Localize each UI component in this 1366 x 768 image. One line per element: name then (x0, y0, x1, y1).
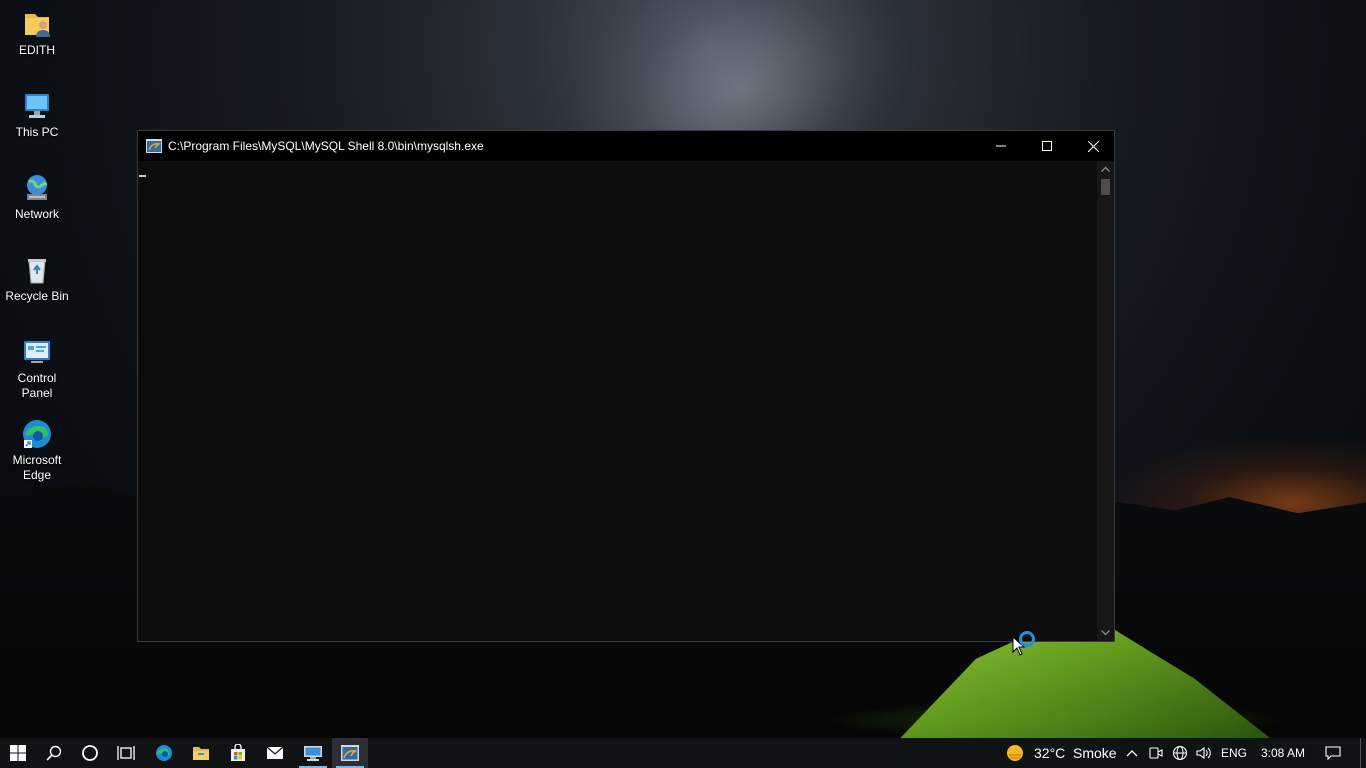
speaker-icon (1196, 746, 1211, 760)
cortana-button[interactable] (72, 738, 108, 768)
close-button[interactable] (1070, 131, 1116, 161)
windows-start-icon (10, 745, 26, 761)
text-cursor (139, 175, 146, 177)
maximize-icon (1042, 141, 1052, 151)
task-view-button[interactable] (108, 738, 144, 768)
close-icon (1087, 140, 1099, 152)
meet-now-button[interactable] (1148, 745, 1164, 761)
remote-desktop-icon (304, 746, 322, 761)
taskbar-edge[interactable] (146, 738, 182, 768)
chevron-up-icon (1126, 750, 1138, 757)
start-button[interactable] (0, 738, 36, 768)
show-hidden-icons-button[interactable] (1124, 745, 1140, 761)
desktop-icon-edith[interactable]: EDITH (4, 8, 70, 58)
cortana-icon (82, 745, 98, 761)
maximize-button[interactable] (1024, 131, 1070, 161)
camera-icon (1149, 747, 1163, 759)
taskbar: 32°C Smoke ENG 3:08 AM (0, 738, 1366, 768)
globe-icon (1172, 745, 1188, 761)
desktop-icon-label: Network (14, 207, 59, 221)
desktop-icon-label-line1: Microsoft (12, 453, 62, 467)
network-status-button[interactable] (1172, 745, 1188, 761)
desktop-icon-control-panel[interactable]: Control Panel (4, 336, 70, 401)
taskbar-mail[interactable] (257, 738, 293, 768)
desktop-icon-microsoft-edge[interactable]: Microsoft Edge (4, 418, 70, 483)
clock-time[interactable]: 3:08 AM (1261, 738, 1305, 768)
task-view-icon (117, 746, 135, 760)
desktop-icon-label: This PC (15, 125, 59, 139)
search-icon (46, 745, 62, 761)
scroll-down-button[interactable] (1097, 626, 1114, 640)
taskbar-remote-desktop[interactable] (295, 738, 331, 768)
mysql-shell-console-window[interactable]: C:\Program Files\MySQL\MySQL Shell 8.0\b… (137, 130, 1115, 642)
mysql-shell-icon (146, 139, 162, 153)
action-center-button[interactable] (1325, 745, 1341, 761)
user-folder-icon (25, 14, 50, 37)
window-titlebar[interactable]: C:\Program Files\MySQL\MySQL Shell 8.0\b… (138, 131, 1114, 161)
search-button[interactable] (36, 738, 72, 768)
edge-icon (23, 420, 51, 448)
volume-button[interactable] (1196, 745, 1212, 761)
weather-temperature[interactable]: 32°C (1034, 738, 1065, 768)
weather-icon[interactable] (1006, 744, 1024, 762)
taskbar-file-explorer[interactable] (183, 738, 219, 768)
edge-icon (156, 745, 172, 761)
scroll-up-button[interactable] (1097, 162, 1114, 176)
console-text-area[interactable] (138, 161, 1098, 641)
minimize-button[interactable] (978, 131, 1024, 161)
file-explorer-icon (193, 747, 209, 760)
taskbar-store[interactable] (220, 738, 256, 768)
mysql-shell-icon (341, 745, 359, 761)
recycle-bin-icon (28, 259, 46, 284)
desktop-icon-label-line1: Control (17, 371, 57, 385)
taskbar-mysql-shell[interactable] (332, 738, 368, 768)
desktop-icon-label: Recycle Bin (5, 289, 69, 303)
desktop-icon-network[interactable]: Network (4, 172, 70, 222)
show-desktop-button[interactable] (1360, 738, 1361, 768)
control-panel-icon (24, 341, 50, 363)
sun-haze-icon (1007, 745, 1023, 761)
chevron-down-icon (1101, 630, 1110, 636)
vertical-scrollbar[interactable] (1097, 161, 1114, 641)
desktop-icon-label-line2: Edge (22, 468, 52, 482)
scroll-thumb[interactable] (1101, 179, 1110, 195)
desktop-icon-label: EDITH (19, 43, 55, 57)
window-title: C:\Program Files\MySQL\MySQL Shell 8.0\b… (168, 139, 484, 153)
network-icon (27, 175, 48, 200)
weather-condition[interactable]: Smoke (1073, 738, 1117, 768)
desktop-icon-this-pc[interactable]: This PC (4, 90, 70, 140)
chevron-up-icon (1101, 166, 1110, 172)
notification-icon (1325, 746, 1341, 761)
minimize-icon (996, 145, 1006, 147)
busy-spinner-icon (1019, 631, 1035, 647)
computer-icon (25, 94, 49, 118)
input-language-indicator[interactable]: ENG (1221, 738, 1247, 768)
desktop-icon-label-line2: Panel (21, 386, 53, 400)
desktop-icon-recycle-bin[interactable]: Recycle Bin (4, 254, 70, 304)
mail-icon (266, 746, 284, 759)
store-icon (231, 744, 245, 761)
